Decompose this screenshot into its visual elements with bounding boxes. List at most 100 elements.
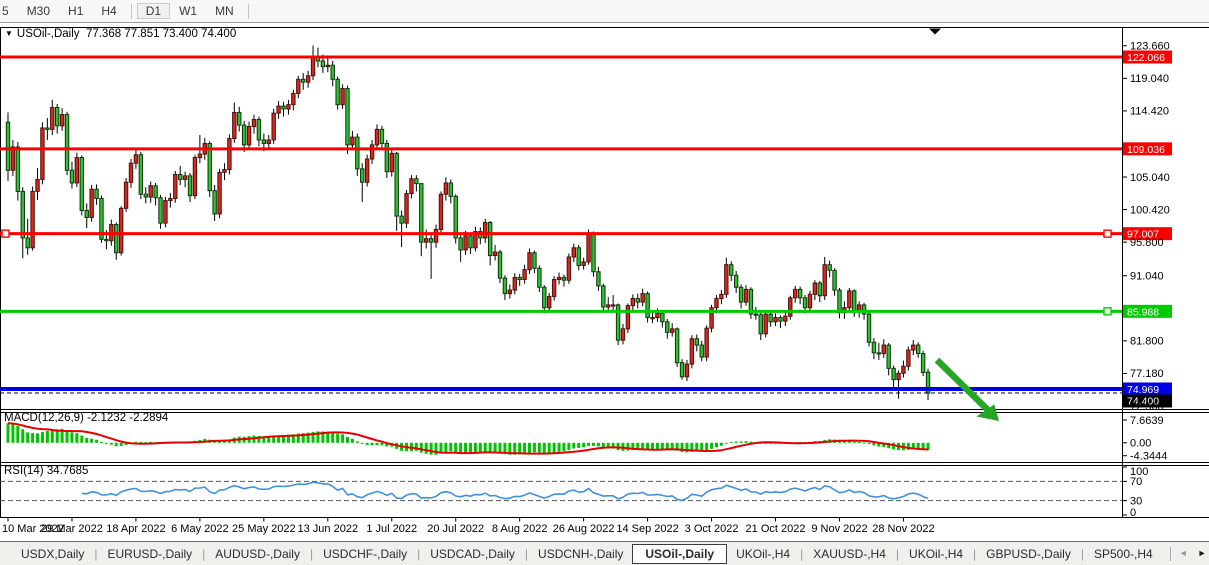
price-flag-label: 85.988 xyxy=(1127,306,1159,318)
candle xyxy=(887,343,890,375)
candle xyxy=(375,124,378,149)
symbol-tab-audusd-daily[interactable]: AUDUSD-,Daily xyxy=(206,545,309,563)
hlines-layer: 122.066109.03697.00785.98874.96974.400 xyxy=(0,51,1172,408)
candle xyxy=(21,187,24,258)
candle xyxy=(70,162,73,189)
symbol-tab-usdchf-daily[interactable]: USDCHF-,Daily xyxy=(314,545,416,563)
scroll-tabs-left-icon[interactable]: ◄ xyxy=(1179,549,1188,558)
candle xyxy=(213,185,216,221)
x-axis-label: 13 Jun 2022 xyxy=(298,523,359,535)
candle xyxy=(439,191,442,234)
timeframe-button-w1[interactable]: W1 xyxy=(170,3,206,19)
symbol-tab-usdcad-daily[interactable]: USDCAD-,Daily xyxy=(421,545,524,563)
candle xyxy=(154,183,157,206)
candle xyxy=(493,245,496,261)
symbol-tab-gbpusd-daily[interactable]: GBPUSD-,Daily xyxy=(977,545,1080,563)
candle xyxy=(60,108,63,131)
timeframe-button-5[interactable]: 5 xyxy=(0,3,18,19)
symbol-tab-usdx-daily[interactable]: USDX,Daily xyxy=(12,545,93,563)
symbol-tab-ukoil-h4[interactable]: UKOil-,H4 xyxy=(900,545,972,563)
rsi-line xyxy=(82,482,928,500)
candle xyxy=(798,287,801,305)
symbol-tab-xauusd-h4[interactable]: XAUUSD-,H4 xyxy=(804,545,895,563)
candle xyxy=(228,134,231,174)
symbol-tab-usoil-daily[interactable]: USOil-,Daily xyxy=(632,544,727,564)
candle xyxy=(921,351,924,376)
price-flag-label: 109.036 xyxy=(1127,144,1165,156)
candle xyxy=(813,280,816,300)
toolbar-separator xyxy=(248,4,249,19)
x-axis-label: 8 Aug 2022 xyxy=(492,523,548,535)
candle xyxy=(680,359,683,379)
line-handle[interactable] xyxy=(1104,230,1111,237)
line-handle[interactable] xyxy=(1104,308,1111,315)
candle xyxy=(794,286,797,303)
candle xyxy=(611,295,614,311)
auto-scroll-marker-icon[interactable] xyxy=(929,29,941,35)
candle xyxy=(503,275,506,300)
candle xyxy=(912,340,915,355)
x-axis-label: 6 May 2022 xyxy=(171,523,228,535)
candle xyxy=(828,260,831,277)
price-flag-label: 74.969 xyxy=(1127,384,1159,396)
timeframe-button-h1[interactable]: H1 xyxy=(59,3,92,19)
scroll-tabs-right-icon[interactable]: ► xyxy=(1198,549,1207,558)
candle xyxy=(331,61,334,86)
symbol-tab-usdcnh-daily[interactable]: USDCNH-,Daily xyxy=(529,545,632,563)
candle xyxy=(557,272,560,284)
candle xyxy=(730,261,733,281)
candle xyxy=(582,258,585,270)
symbol-tab-sp500-h4[interactable]: SP500-,H4 xyxy=(1085,545,1162,563)
candle xyxy=(484,219,487,243)
candle xyxy=(292,90,295,110)
candle xyxy=(119,206,122,255)
candle xyxy=(341,84,344,109)
symbol-tab-eurusd-daily[interactable]: EURUSD-,Daily xyxy=(98,545,201,563)
candle xyxy=(144,187,147,203)
y-axis-label: 119.040 xyxy=(1130,73,1169,85)
timeframe-button-m30[interactable]: M30 xyxy=(18,3,59,19)
candle xyxy=(749,287,752,319)
candle xyxy=(139,152,142,199)
timeframe-toolbar: 5M30H1H4 D1W1MN xyxy=(0,0,1209,23)
candle xyxy=(666,319,669,339)
line-handle[interactable] xyxy=(2,230,9,237)
timeframe-button-mn[interactable]: MN xyxy=(206,3,243,19)
candle xyxy=(159,195,162,229)
y-axis: 123.660119.040114.420105.040100.42095.80… xyxy=(1122,41,1170,519)
candle xyxy=(429,234,432,278)
timeframe-button-d1[interactable]: D1 xyxy=(137,3,170,19)
candle xyxy=(917,342,920,358)
candle xyxy=(380,126,383,150)
candle xyxy=(410,175,413,198)
candle xyxy=(671,323,674,336)
candle xyxy=(16,142,19,201)
candle xyxy=(454,194,457,243)
candle xyxy=(705,325,708,361)
symbol-tab-ukoil-h4[interactable]: UKOil-,H4 xyxy=(727,545,799,563)
candle xyxy=(90,185,93,222)
chart-canvas[interactable]: 122.066109.03697.00785.98874.96974.40012… xyxy=(0,23,1209,542)
candle xyxy=(252,115,255,134)
candle xyxy=(552,276,555,301)
candle xyxy=(543,285,546,313)
candle xyxy=(572,244,575,262)
candle xyxy=(36,168,39,200)
collapse-chart-icon[interactable]: ▼ xyxy=(5,29,13,38)
candle xyxy=(100,196,103,243)
y-axis-label: 105.040 xyxy=(1130,172,1170,184)
rsi-axis-label: 70 xyxy=(1130,476,1142,488)
timeframe-button-h4[interactable]: H4 xyxy=(92,3,125,19)
macd-layer xyxy=(7,423,930,454)
candle xyxy=(818,281,821,302)
candle xyxy=(877,343,880,360)
candle xyxy=(6,112,9,180)
candle xyxy=(247,122,250,150)
macd-axis-label: 0.00 xyxy=(1130,438,1151,450)
candle xyxy=(528,249,531,274)
candle xyxy=(882,339,885,357)
x-axis-label: 20 Jul 2022 xyxy=(427,523,484,535)
candle xyxy=(395,152,398,231)
candle xyxy=(370,140,373,164)
trend-arrow[interactable] xyxy=(937,360,988,410)
